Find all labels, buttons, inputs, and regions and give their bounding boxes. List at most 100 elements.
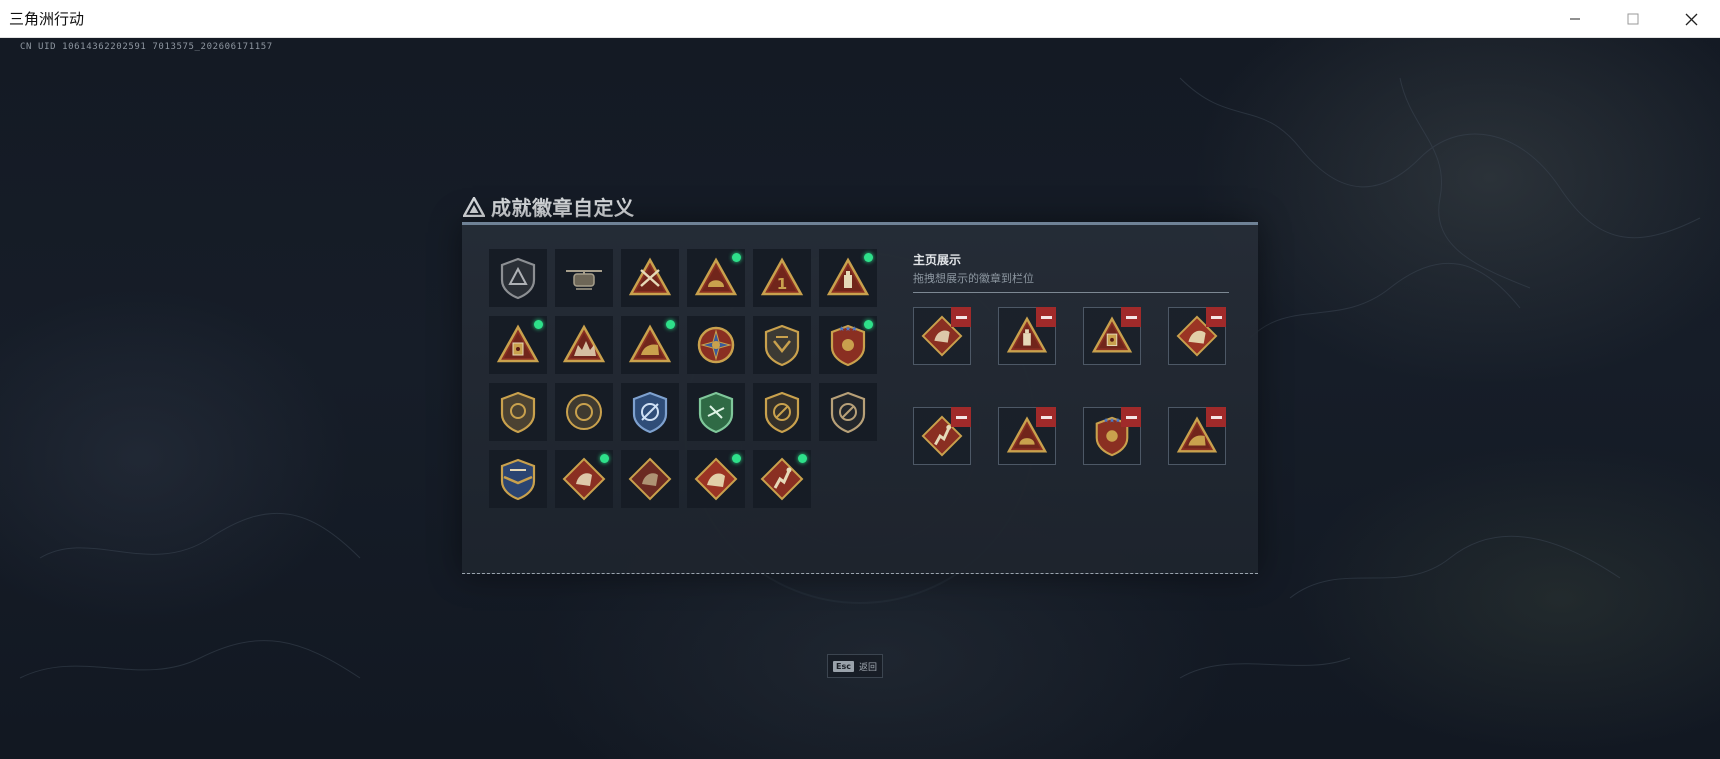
maximize-button[interactable] (1604, 0, 1662, 38)
close-icon (1685, 13, 1697, 25)
showcase-slot[interactable] (913, 307, 971, 365)
showcase-slot-grid: ★★★ (913, 307, 1226, 465)
badge-cell[interactable] (753, 450, 811, 508)
triangle-canister-icon (496, 324, 540, 363)
minus-icon (955, 315, 967, 319)
badge-cell[interactable] (621, 249, 679, 307)
window-title: 三角洲行动 (9, 10, 85, 28)
diamond-dragon-red-icon (694, 457, 738, 501)
svg-text:★★★: ★★★ (839, 325, 858, 333)
star-medal-icon (697, 326, 735, 364)
new-indicator-dot (732, 253, 741, 262)
panel-header: 成就徽章自定义 (463, 192, 635, 221)
page-title: 成就徽章自定义 (491, 196, 635, 220)
badge-cell[interactable] (621, 383, 679, 441)
new-indicator-dot (864, 253, 873, 262)
shield-knife-outline-icon (764, 391, 800, 434)
badge-cell[interactable] (753, 316, 811, 374)
minimize-icon (1570, 18, 1580, 20)
shield-knife-dark-icon (830, 391, 866, 434)
shield-lion-icon (500, 391, 536, 434)
showcase-divider (913, 292, 1229, 293)
badge-cell[interactable] (819, 383, 877, 441)
blue-crest-icon (632, 391, 668, 434)
remove-badge-button[interactable] (951, 407, 971, 427)
uid-label: CN UID 10614362202591 7013575_2026061711… (20, 42, 273, 52)
remove-badge-button[interactable] (1121, 307, 1141, 327)
triangle-bottle-icon (826, 257, 870, 296)
minus-icon (1125, 315, 1137, 319)
badge-cell[interactable] (687, 249, 745, 307)
new-indicator-dot (666, 320, 675, 329)
badge-cell[interactable] (489, 383, 547, 441)
minus-icon (1040, 315, 1052, 319)
showcase-title: 主页展示 (913, 253, 962, 267)
showcase-slot[interactable] (998, 407, 1056, 465)
badge-cell[interactable] (489, 316, 547, 374)
showcase-slot[interactable] (1083, 307, 1141, 365)
triangle-helmet-icon (694, 257, 738, 296)
badge-cell[interactable] (555, 249, 613, 307)
back-label: 返回 (858, 662, 877, 673)
showcase-subtitle: 拖拽想展示的徽章到栏位 (913, 272, 1034, 285)
badge-cell[interactable] (489, 249, 547, 307)
badge-cell[interactable] (489, 450, 547, 508)
svg-text:1: 1 (777, 275, 787, 293)
game-viewport: CN UID 10614362202591 7013575_2026061711… (0, 38, 1720, 759)
badge-cell[interactable] (687, 316, 745, 374)
minimize-button[interactable] (1546, 0, 1604, 38)
remove-badge-button[interactable] (1036, 407, 1056, 427)
close-button[interactable] (1662, 0, 1720, 38)
diamond-dragon-icon (562, 457, 606, 501)
crest-stars-icon: ★★★ (830, 324, 866, 367)
badge-customize-panel: 1 ★★★ 主页展示 拖拽想展示的徽章到栏位 ★★★ (462, 222, 1258, 574)
badge-cell[interactable]: ★★★ (819, 316, 877, 374)
remove-badge-button[interactable] (1036, 307, 1056, 327)
remove-badge-button[interactable] (1206, 307, 1226, 327)
new-indicator-dot (600, 454, 609, 463)
minus-icon (1040, 415, 1052, 419)
showcase-slot[interactable]: ★★★ (1083, 407, 1141, 465)
shield-triangle-gray-icon (500, 257, 536, 300)
badge-cell[interactable] (819, 249, 877, 307)
minus-icon (955, 415, 967, 419)
badge-cell[interactable]: 1 (753, 249, 811, 307)
green-crest-icon (698, 391, 734, 434)
minus-icon (1210, 415, 1222, 419)
window-controls (1546, 0, 1720, 38)
remove-badge-button[interactable] (1121, 407, 1141, 427)
new-indicator-dot (798, 454, 807, 463)
badge-cell[interactable] (555, 316, 613, 374)
back-button[interactable]: Esc 返回 (827, 654, 883, 678)
diamond-dragon-dark-icon (628, 457, 672, 501)
triangle-dog-icon (628, 324, 672, 363)
badge-cell[interactable] (687, 383, 745, 441)
showcase-header: 主页展示 拖拽想展示的徽章到栏位 (913, 251, 1229, 293)
badge-cell[interactable] (555, 383, 613, 441)
remove-badge-button[interactable] (1206, 407, 1226, 427)
badge-cell[interactable] (621, 316, 679, 374)
new-indicator-dot (732, 454, 741, 463)
maximize-icon (1627, 13, 1639, 25)
new-indicator-dot (534, 320, 543, 329)
new-indicator-dot (864, 320, 873, 329)
minus-icon (1210, 315, 1222, 319)
showcase-slot[interactable] (998, 307, 1056, 365)
triangle-number-one-icon: 1 (760, 257, 804, 296)
remove-badge-button[interactable] (951, 307, 971, 327)
badge-inventory-grid: 1 ★★★ (489, 249, 877, 508)
showcase-slot[interactable] (1168, 407, 1226, 465)
badge-cell[interactable] (555, 450, 613, 508)
svg-text:★★★: ★★★ (1103, 417, 1121, 425)
badge-cell[interactable] (621, 450, 679, 508)
diamond-runner-icon (760, 457, 804, 501)
showcase-slot[interactable] (913, 407, 971, 465)
round-emblem-icon (566, 394, 602, 430)
badge-cell[interactable] (753, 383, 811, 441)
helicopter-icon (566, 270, 602, 290)
shield-wings-icon (764, 324, 800, 367)
showcase-slot[interactable] (1168, 307, 1226, 365)
triangle-fortress-icon (562, 324, 606, 363)
badge-cell[interactable] (687, 450, 745, 508)
delta-triangle-icon (463, 196, 485, 217)
